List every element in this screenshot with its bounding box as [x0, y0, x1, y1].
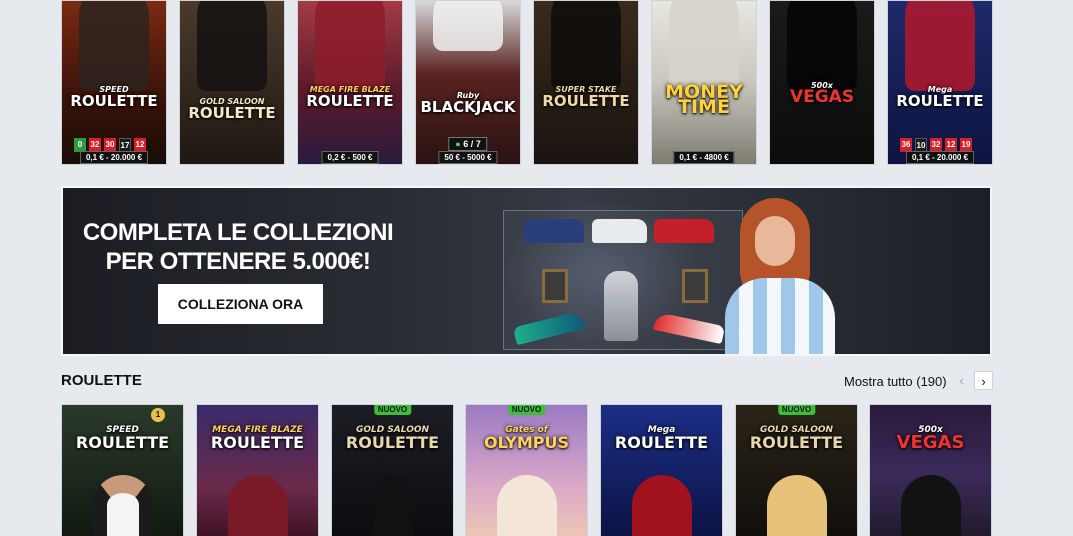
game-tile[interactable]: MEGA FIRE BLAZE ROULETTE [196, 404, 319, 536]
game-tile[interactable]: MEGA FIRE BLAZE ROULETTE 0,2 € - 500 € [297, 0, 403, 165]
game-logo: Mega ROULETTE [614, 425, 709, 452]
trophy-icon [604, 271, 638, 341]
new-badge: NUOVO [373, 405, 412, 415]
chevron-right-icon[interactable]: › [974, 371, 993, 390]
game-tile[interactable]: NUOVO GOLD SALOON ROULETTE [331, 404, 454, 536]
game-tile[interactable]: 500x VEGAS [769, 0, 875, 165]
promo-banner[interactable]: COMPLETA LE COLLEZIONI PER OTTENERE 5.00… [61, 186, 992, 356]
stake-range: 0,1 € - 4800 € [673, 151, 735, 164]
chevron-left-icon[interactable]: ‹ [952, 371, 971, 390]
game-tile[interactable]: Mega ROULETTE 36 10 32 12 19 0,1 € - 20.0… [887, 0, 993, 165]
game-logo: 500x VEGAS [896, 425, 965, 453]
roulette-games-row: 1 SPEED ROULETTE MEGA FIRE BLAZE ROULETTE … [61, 404, 992, 536]
game-logo: 500x VEGAS [789, 81, 855, 107]
game-tile[interactable]: MONEY TIME 0,1 € - 4800 € [651, 0, 757, 165]
stake-range: 0,1 € - 20.000 € [79, 151, 149, 164]
stake-range: 0,1 € - 20.000 € [905, 151, 975, 164]
game-logo: GOLD SALOON ROULETTE [345, 425, 440, 452]
seats-available: ● 6 / 7 [448, 137, 488, 151]
game-logo: Mega ROULETTE [896, 85, 984, 110]
users-icon: ● [455, 139, 461, 149]
collect-now-button[interactable]: COLLEZIONA ORA [158, 284, 323, 324]
game-tile[interactable]: 500x VEGAS [869, 404, 992, 536]
game-tile[interactable]: NUOVO GOLD SALOON ROULETTE [735, 404, 858, 536]
game-logo: SUPER STAKE ROULETTE [542, 85, 630, 110]
recent-numbers: 0 32 30 17 12 [74, 138, 146, 152]
promo-headline: COMPLETA LE COLLEZIONI PER OTTENERE 5.00… [82, 219, 394, 275]
rank-badge: 1 [151, 408, 165, 422]
game-logo: Gates of OLYMPUS [483, 425, 570, 452]
game-tile[interactable]: 1 SPEED ROULETTE [61, 404, 184, 536]
stake-range: 0,2 € - 500 € [321, 151, 379, 164]
display-case [503, 210, 743, 350]
game-logo: SPEED ROULETTE [75, 425, 170, 452]
game-tile[interactable]: Ruby BLACKJACK ● 6 / 7 50 € - 5000 € [415, 0, 521, 165]
game-logo: MEGA FIRE BLAZE ROULETTE [306, 85, 394, 110]
game-tile[interactable]: GOLD SALOON ROULETTE [179, 0, 285, 165]
game-logo: GOLD SALOON ROULETTE [188, 97, 276, 122]
game-logo: GOLD SALOON ROULETTE [749, 425, 844, 452]
promo-person [725, 198, 835, 354]
game-tile[interactable]: SUPER STAKE ROULETTE [533, 0, 639, 165]
live-games-row: SPEED ROULETTE 0 32 30 17 12 0,1 € - 20.0… [61, 0, 993, 166]
game-logo: MEGA FIRE BLAZE ROULETTE [210, 425, 305, 452]
game-logo: MONEY TIME [665, 81, 743, 118]
game-logo: Ruby BLACKJACK [420, 91, 516, 116]
recent-numbers: 36 10 32 12 19 [900, 138, 972, 152]
section-title: ROULETTE [61, 372, 142, 389]
game-tile[interactable]: NUOVO Gates of OLYMPUS [465, 404, 588, 536]
new-badge: NUOVO [777, 405, 816, 415]
game-tile[interactable]: Mega ROULETTE [600, 404, 723, 536]
game-tile[interactable]: SPEED ROULETTE 0 32 30 17 12 0,1 € - 20.0… [61, 0, 167, 165]
new-badge: NUOVO [507, 405, 546, 415]
stake-range: 50 € - 5000 € [438, 151, 498, 164]
game-logo: SPEED ROULETTE [70, 85, 158, 110]
show-all-link[interactable]: Mostra tutto (190) [844, 374, 947, 389]
